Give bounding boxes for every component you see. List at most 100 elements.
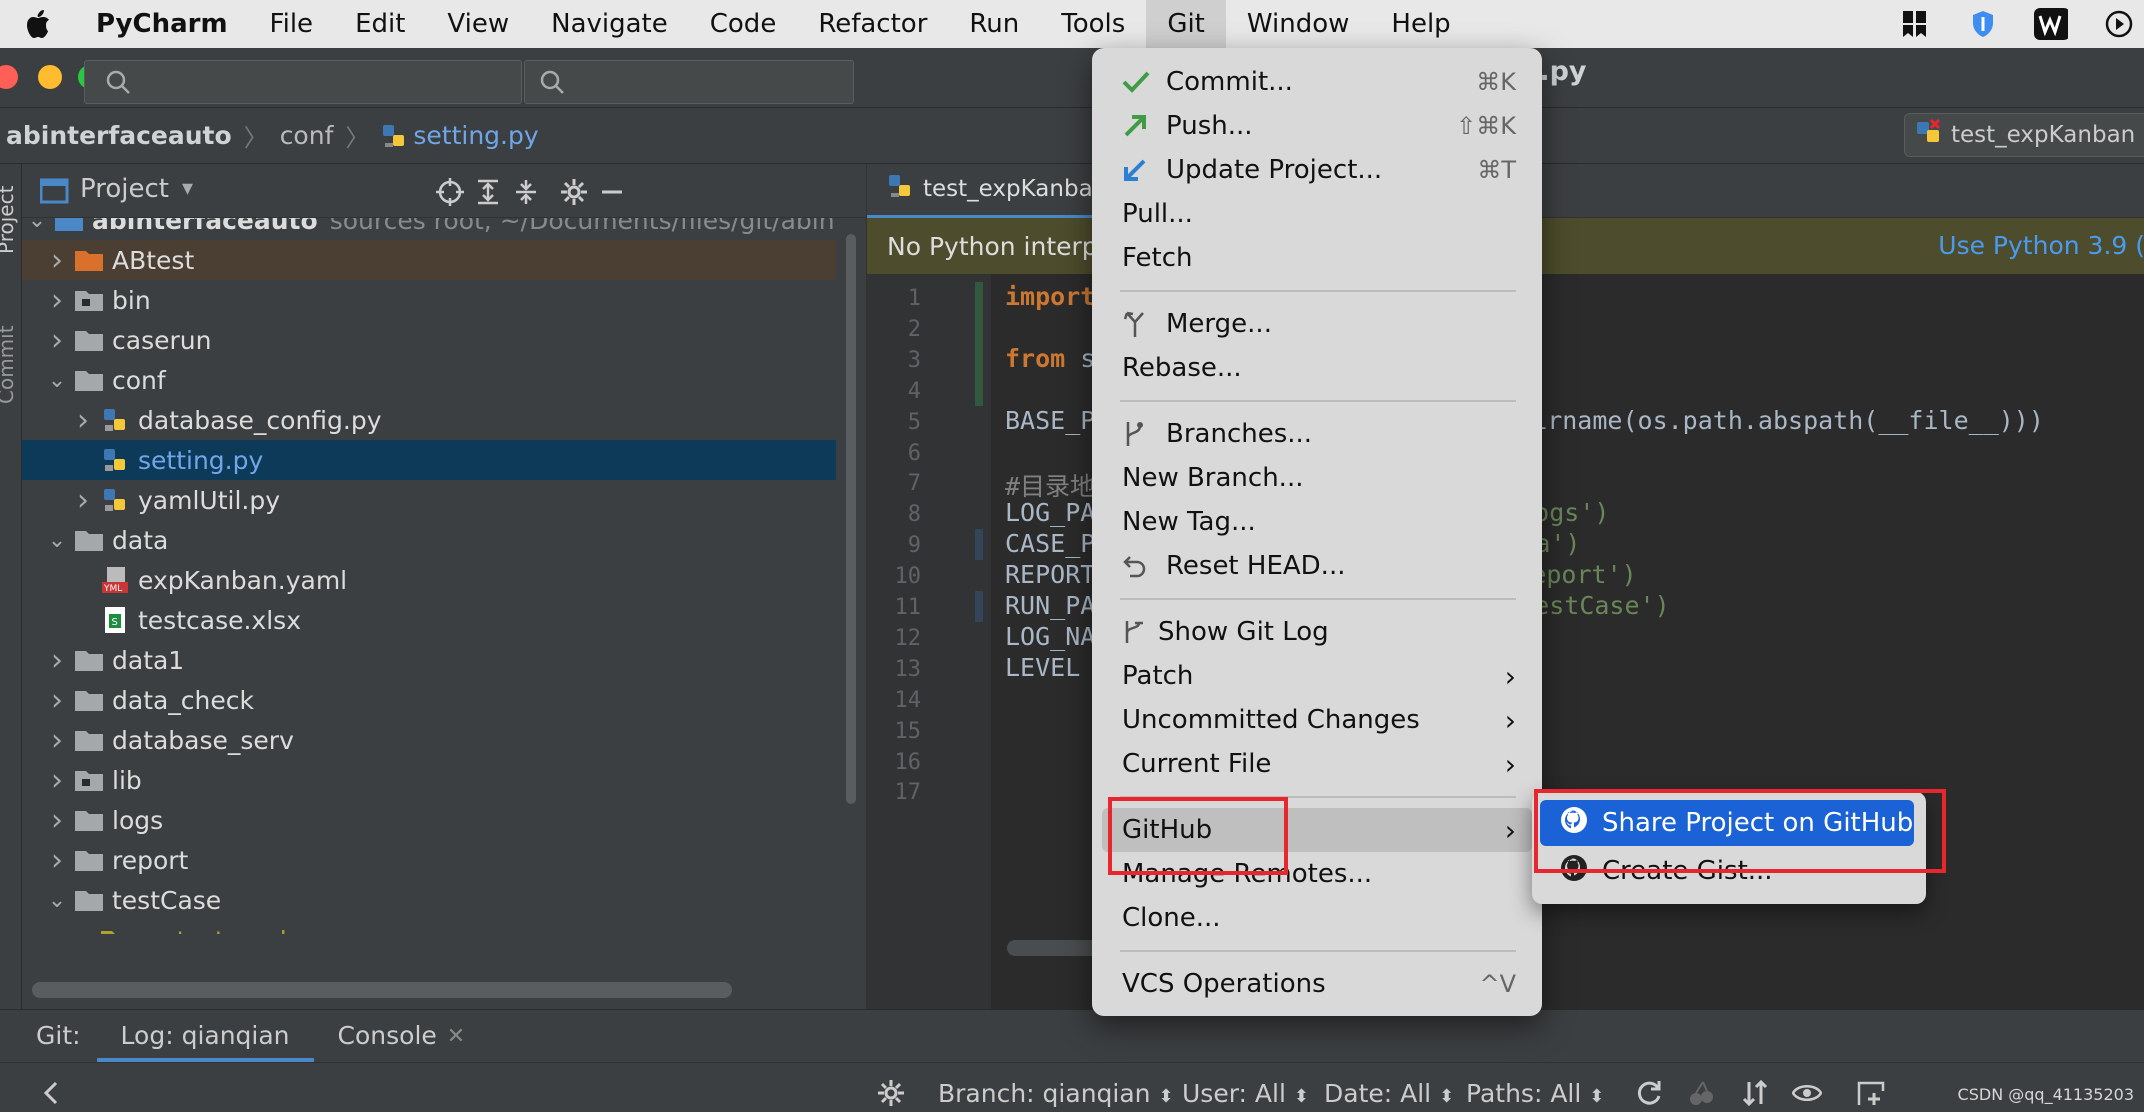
tree-row[interactable]: ⌄ conf: [22, 360, 836, 400]
menu-code[interactable]: Code: [689, 0, 798, 48]
collapse-all-icon[interactable]: [510, 176, 542, 208]
tab-log[interactable]: Log: qianqian: [96, 1010, 314, 1062]
tree-row[interactable]: › caserun: [22, 320, 836, 360]
tree-row[interactable]: ⌄ data: [22, 520, 836, 560]
chevron-right-icon[interactable]: ›: [42, 683, 72, 718]
user-filter[interactable]: User: All ⬍: [1182, 1079, 1309, 1108]
menu-view[interactable]: View: [426, 0, 530, 48]
breadcrumb-project[interactable]: abinterfaceauto: [0, 121, 232, 150]
tree-row[interactable]: › ABtest: [22, 240, 836, 280]
vcs-change-marker[interactable]: [975, 591, 983, 622]
tree-row[interactable]: › data_check: [22, 680, 836, 720]
menu-item-reset-head[interactable]: Reset HEAD...: [1102, 544, 1532, 588]
menu-file[interactable]: File: [249, 0, 335, 48]
close-icon[interactable]: ✕: [437, 1024, 465, 1049]
eye-icon[interactable]: [1790, 1076, 1824, 1110]
menu-item-push[interactable]: Push... ⇧⌘K: [1102, 104, 1532, 148]
chevron-right-icon[interactable]: ›: [68, 403, 98, 438]
tree-row[interactable]: › database_config.py: [22, 400, 836, 440]
tree-row[interactable]: › logs: [22, 800, 836, 840]
tree-row[interactable]: › bin: [22, 280, 836, 320]
menu-item-commit[interactable]: Commit... ⌘K: [1102, 60, 1532, 104]
tree-row[interactable]: › report: [22, 840, 836, 880]
tab-console[interactable]: Console: [314, 1010, 437, 1062]
menu-item-merge[interactable]: Merge...: [1102, 302, 1532, 346]
tree-row[interactable]: YML expKanban.yaml: [22, 560, 836, 600]
branch-search-input[interactable]: [84, 60, 522, 104]
tree-row[interactable]: ⌄ testCase: [22, 880, 836, 920]
branch-filter[interactable]: Branch: qianqian ⬍: [938, 1079, 1174, 1108]
chevron-down-icon[interactable]: ⌄: [22, 218, 52, 233]
tree-row[interactable]: › lib: [22, 760, 836, 800]
menu-item-update-project[interactable]: Update Project... ⌘T: [1102, 148, 1532, 192]
chevron-right-icon[interactable]: ›: [42, 243, 72, 278]
chevron-right-icon[interactable]: ›: [42, 643, 72, 678]
tree-vertical-scrollbar[interactable]: [844, 234, 858, 854]
menu-item-patch[interactable]: Patch ›: [1102, 654, 1532, 698]
chevron-right-icon[interactable]: ›: [42, 803, 72, 838]
menu-item-vcs-operations[interactable]: VCS Operations ^V: [1102, 962, 1532, 1006]
tree-row[interactable]: setting.py: [22, 440, 836, 480]
chevron-right-icon[interactable]: ›: [42, 763, 72, 798]
commit-tool-tab[interactable]: Commit: [0, 325, 18, 404]
tree-row[interactable]: › database_serv: [22, 720, 836, 760]
log-search-input[interactable]: [524, 60, 854, 104]
menu-item-uncommitted-changes[interactable]: Uncommitted Changes ›: [1102, 698, 1532, 742]
chevron-right-icon[interactable]: ›: [68, 923, 98, 935]
menu-tools[interactable]: Tools: [1040, 0, 1146, 48]
breadcrumb-conf[interactable]: conf: [280, 121, 334, 150]
tree-horizontal-scrollbar[interactable]: [32, 982, 732, 998]
shield-icon[interactable]: [1966, 7, 2000, 41]
chevron-right-icon[interactable]: ›: [42, 283, 72, 318]
tree-row[interactable]: › .pytest_cache: [22, 920, 836, 934]
dropdown-arrow-icon[interactable]: ▾: [182, 176, 193, 201]
menu-window[interactable]: Window: [1226, 0, 1371, 48]
use-python-link[interactable]: Use Python 3.9 (: [1938, 218, 2144, 274]
menu-refactor[interactable]: Refactor: [797, 0, 948, 48]
tree-row[interactable]: › data1: [22, 640, 836, 680]
menu-help[interactable]: Help: [1370, 0, 1471, 48]
refresh-icon[interactable]: [1632, 1076, 1666, 1110]
menu-navigate[interactable]: Navigate: [530, 0, 689, 48]
sort-arrows-icon[interactable]: [1738, 1076, 1772, 1110]
chevron-right-icon[interactable]: ›: [42, 323, 72, 358]
new-tab-icon[interactable]: [1854, 1076, 1888, 1110]
tree-row[interactable]: Stestcase.xlsx: [22, 600, 836, 640]
bookmark-app-icon[interactable]: [1898, 7, 1932, 41]
chevron-down-icon[interactable]: ⌄: [42, 888, 72, 913]
wps-icon[interactable]: [2034, 7, 2068, 41]
breadcrumb-file[interactable]: setting.py: [381, 121, 539, 150]
menu-app-pycharm[interactable]: PyCharm: [76, 0, 249, 48]
menu-item-rebase[interactable]: Rebase...: [1102, 346, 1532, 390]
menu-git[interactable]: Git: [1146, 0, 1226, 48]
expand-all-icon[interactable]: [472, 176, 504, 208]
menu-item-new-branch[interactable]: New Branch...: [1102, 456, 1532, 500]
menu-item-pull[interactable]: Pull...: [1102, 192, 1532, 236]
tree-row-root[interactable]: ⌄ abinterfaceauto sources root, ~/Docume…: [22, 218, 836, 240]
minimize-window-button[interactable]: [38, 65, 62, 89]
gear-icon[interactable]: [874, 1076, 908, 1110]
chevron-right-icon[interactable]: ›: [42, 843, 72, 878]
date-filter[interactable]: Date: All ⬍: [1324, 1079, 1454, 1108]
vcs-change-marker[interactable]: [975, 282, 983, 406]
play-circle-icon[interactable]: [2102, 7, 2136, 41]
cherry-pick-icon[interactable]: [1684, 1076, 1718, 1110]
menu-item-clone[interactable]: Clone...: [1102, 896, 1532, 940]
paths-filter[interactable]: Paths: All ⬍: [1466, 1079, 1604, 1108]
chevron-left-icon[interactable]: [34, 1076, 68, 1110]
chevron-down-icon[interactable]: ⌄: [42, 528, 72, 553]
chevron-right-icon[interactable]: ›: [68, 483, 98, 518]
vcs-change-marker[interactable]: [975, 529, 983, 561]
menu-item-current-file[interactable]: Current File ›: [1102, 742, 1532, 786]
project-tool-tab[interactable]: Project: [0, 186, 18, 254]
menu-item-fetch[interactable]: Fetch: [1102, 236, 1532, 280]
apple-icon[interactable]: [0, 0, 76, 48]
menu-edit[interactable]: Edit: [334, 0, 426, 48]
menu-item-branches[interactable]: Branches...: [1102, 412, 1532, 456]
menu-run[interactable]: Run: [948, 0, 1040, 48]
project-view-title[interactable]: Project: [80, 174, 169, 204]
chevron-down-icon[interactable]: ⌄: [42, 368, 72, 393]
run-configuration-selector[interactable]: test_expKanban: [1904, 113, 2144, 157]
menu-item-new-tag[interactable]: New Tag...: [1102, 500, 1532, 544]
chevron-right-icon[interactable]: ›: [42, 723, 72, 758]
